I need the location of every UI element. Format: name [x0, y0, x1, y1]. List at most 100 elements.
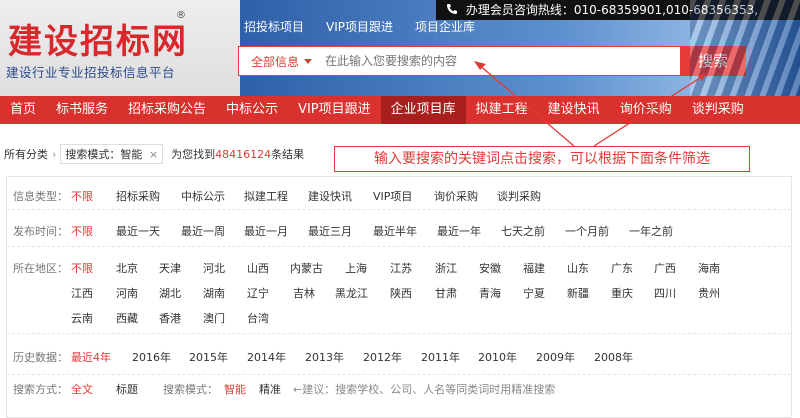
filter-option[interactable]: 一个月前 [565, 223, 609, 239]
filter-option[interactable]: 不限 [71, 223, 93, 239]
filter-option[interactable]: VIP项目 [373, 188, 412, 204]
nav-item-news[interactable]: 建设快讯 [538, 96, 610, 124]
filter-option[interactable]: 最近半年 [373, 223, 417, 239]
nav-item-home[interactable]: 首页 [0, 96, 46, 124]
filter-option[interactable]: 澳门 [203, 310, 225, 326]
filter-option[interactable]: 广西 [654, 260, 676, 276]
separator-icon: › [52, 147, 57, 161]
filter-option[interactable]: 辽宁 [247, 285, 269, 301]
filter-option[interactable]: 拟建工程 [244, 188, 288, 204]
filter-option[interactable]: 海南 [698, 260, 720, 276]
filter-option[interactable]: 2012年 [363, 349, 402, 365]
nav-item-inquiry[interactable]: 询价采购 [610, 96, 682, 124]
filter-option[interactable]: 谈判采购 [497, 188, 541, 204]
nav-item-negotiation[interactable]: 谈判采购 [682, 96, 754, 124]
filter-option[interactable]: 不限 [71, 188, 93, 204]
filter-option[interactable]: 香港 [159, 310, 181, 326]
filter-option[interactable]: 2011年 [421, 349, 460, 365]
filter-option[interactable]: 2013年 [305, 349, 344, 365]
nav-item-procurement[interactable]: 招标采购公告 [118, 96, 216, 124]
nav-item-vip[interactable]: VIP项目跟进 [288, 96, 381, 124]
filter-option[interactable]: 上海 [345, 260, 367, 276]
logo[interactable]: 建设招标网 ® 建设行业专业招投标信息平台 [0, 0, 240, 96]
filter-option[interactable]: 最近一月 [244, 223, 288, 239]
filter-option[interactable]: 贵州 [698, 285, 720, 301]
filter-option[interactable]: 最近一周 [181, 223, 225, 239]
filter-option[interactable]: 安徽 [479, 260, 501, 276]
filter-option[interactable]: 不限 [71, 260, 93, 276]
filter-option[interactable]: 黑龙江 [335, 285, 368, 301]
hotline-text: 办理会员咨询热线：010-68359901,010-68356353, [465, 3, 759, 17]
filter-option[interactable]: 云南 [71, 310, 93, 326]
filter-option[interactable]: 一年之前 [629, 223, 673, 239]
filter-option[interactable]: 青海 [479, 285, 501, 301]
filter-option[interactable]: 标题 [116, 381, 138, 397]
filter-option[interactable]: 重庆 [611, 285, 633, 301]
filter-option[interactable]: 西藏 [116, 310, 138, 326]
filter-option[interactable]: 山东 [567, 260, 589, 276]
found-suffix: 条结果 [271, 148, 305, 161]
filter-option[interactable]: 湖北 [159, 285, 181, 301]
top-link-vip-follow[interactable]: VIP项目跟进 [326, 18, 393, 35]
filter-option[interactable]: 询价采购 [434, 188, 478, 204]
filter-option[interactable]: 台湾 [247, 310, 269, 326]
filter-option[interactable]: 2015年 [189, 349, 228, 365]
search-button[interactable]: 搜索 [680, 46, 746, 76]
filter-option[interactable]: 2014年 [247, 349, 286, 365]
nav-item-tender-service[interactable]: 标书服务 [46, 96, 118, 124]
top-link-bidding-projects[interactable]: 招投标项目 [244, 18, 304, 35]
filter-option[interactable]: 甘肃 [435, 285, 457, 301]
filter-option[interactable]: 广东 [611, 260, 633, 276]
annotation-callout: 输入要搜索的关键词点击搜索，可以根据下面条件筛选 [334, 146, 750, 172]
filter-option[interactable]: 新疆 [567, 285, 589, 301]
site-header: 建设招标网 ® 建设行业专业招投标信息平台 招投标项目 VIP项目跟进 项目企业… [0, 0, 800, 96]
filter-option[interactable]: 陕西 [390, 285, 412, 301]
filter-option[interactable]: 江苏 [390, 260, 412, 276]
filter-option[interactable]: 最近一年 [437, 223, 481, 239]
nav-item-award[interactable]: 中标公示 [216, 96, 288, 124]
result-count: 48416124 [215, 147, 272, 161]
phone-icon [447, 4, 457, 14]
filter-option[interactable]: 天津 [159, 260, 181, 276]
filter-option[interactable]: 中标公示 [181, 188, 225, 204]
filter-option[interactable]: 2016年 [132, 349, 171, 365]
close-icon[interactable]: × [149, 148, 158, 161]
all-categories-link[interactable]: 所有分类 [4, 146, 48, 162]
filter-option[interactable]: 精准 [259, 381, 281, 397]
search-input[interactable] [325, 47, 687, 75]
filter-option[interactable]: 宁夏 [523, 285, 545, 301]
nav-item-enterprise-lib[interactable]: 企业项目库 [380, 96, 466, 124]
filter-option[interactable]: 招标采购 [116, 188, 160, 204]
filter-option[interactable]: 江西 [71, 285, 93, 301]
filter-option[interactable]: 山西 [247, 260, 269, 276]
filter-option[interactable]: 河北 [203, 260, 225, 276]
registered-mark: ® [176, 10, 186, 21]
filter-option[interactable]: 湖南 [203, 285, 225, 301]
advanced-search-link[interactable]: 高级搜索 [687, 53, 745, 70]
logo-subtitle: 建设行业专业招投标信息平台 [6, 65, 176, 80]
filter-option[interactable]: 2009年 [536, 349, 575, 365]
filter-option[interactable]: 最近三月 [308, 223, 352, 239]
filter-option[interactable]: 福建 [523, 260, 545, 276]
filter-option[interactable]: 内蒙古 [290, 260, 323, 276]
filter-option[interactable]: 最近一天 [116, 223, 160, 239]
filter-option[interactable]: 吉林 [293, 285, 315, 301]
filter-option[interactable]: 北京 [116, 260, 138, 276]
filter-option[interactable]: 2010年 [478, 349, 517, 365]
filter-option[interactable]: 最近4年 [71, 349, 111, 365]
filter-option[interactable]: 浙江 [435, 260, 457, 276]
search-bar: 全部信息 高级搜索 [238, 46, 746, 76]
page-root: 建设招标网 ® 建设行业专业招投标信息平台 招投标项目 VIP项目跟进 项目企业… [0, 0, 800, 418]
search-category-select[interactable]: 全部信息 [239, 53, 325, 70]
filter-option[interactable]: 智能 [224, 381, 246, 397]
filter-option[interactable]: 七天之前 [501, 223, 545, 239]
filter-option[interactable]: 四川 [654, 285, 676, 301]
filter-option[interactable]: 全文 [71, 381, 93, 397]
filter-status: 所有分类 › 搜索模式：智能 × 为您找到 48416124 条结果 [4, 144, 304, 164]
filter-option[interactable]: 建设快讯 [308, 188, 352, 204]
filter-label: 发布时间： [13, 225, 68, 238]
filter-option[interactable]: 2008年 [594, 349, 633, 365]
filter-option[interactable]: 河南 [116, 285, 138, 301]
nav-item-planned[interactable]: 拟建工程 [466, 96, 538, 124]
top-link-enterprise-lib[interactable]: 项目企业库 [415, 18, 475, 35]
